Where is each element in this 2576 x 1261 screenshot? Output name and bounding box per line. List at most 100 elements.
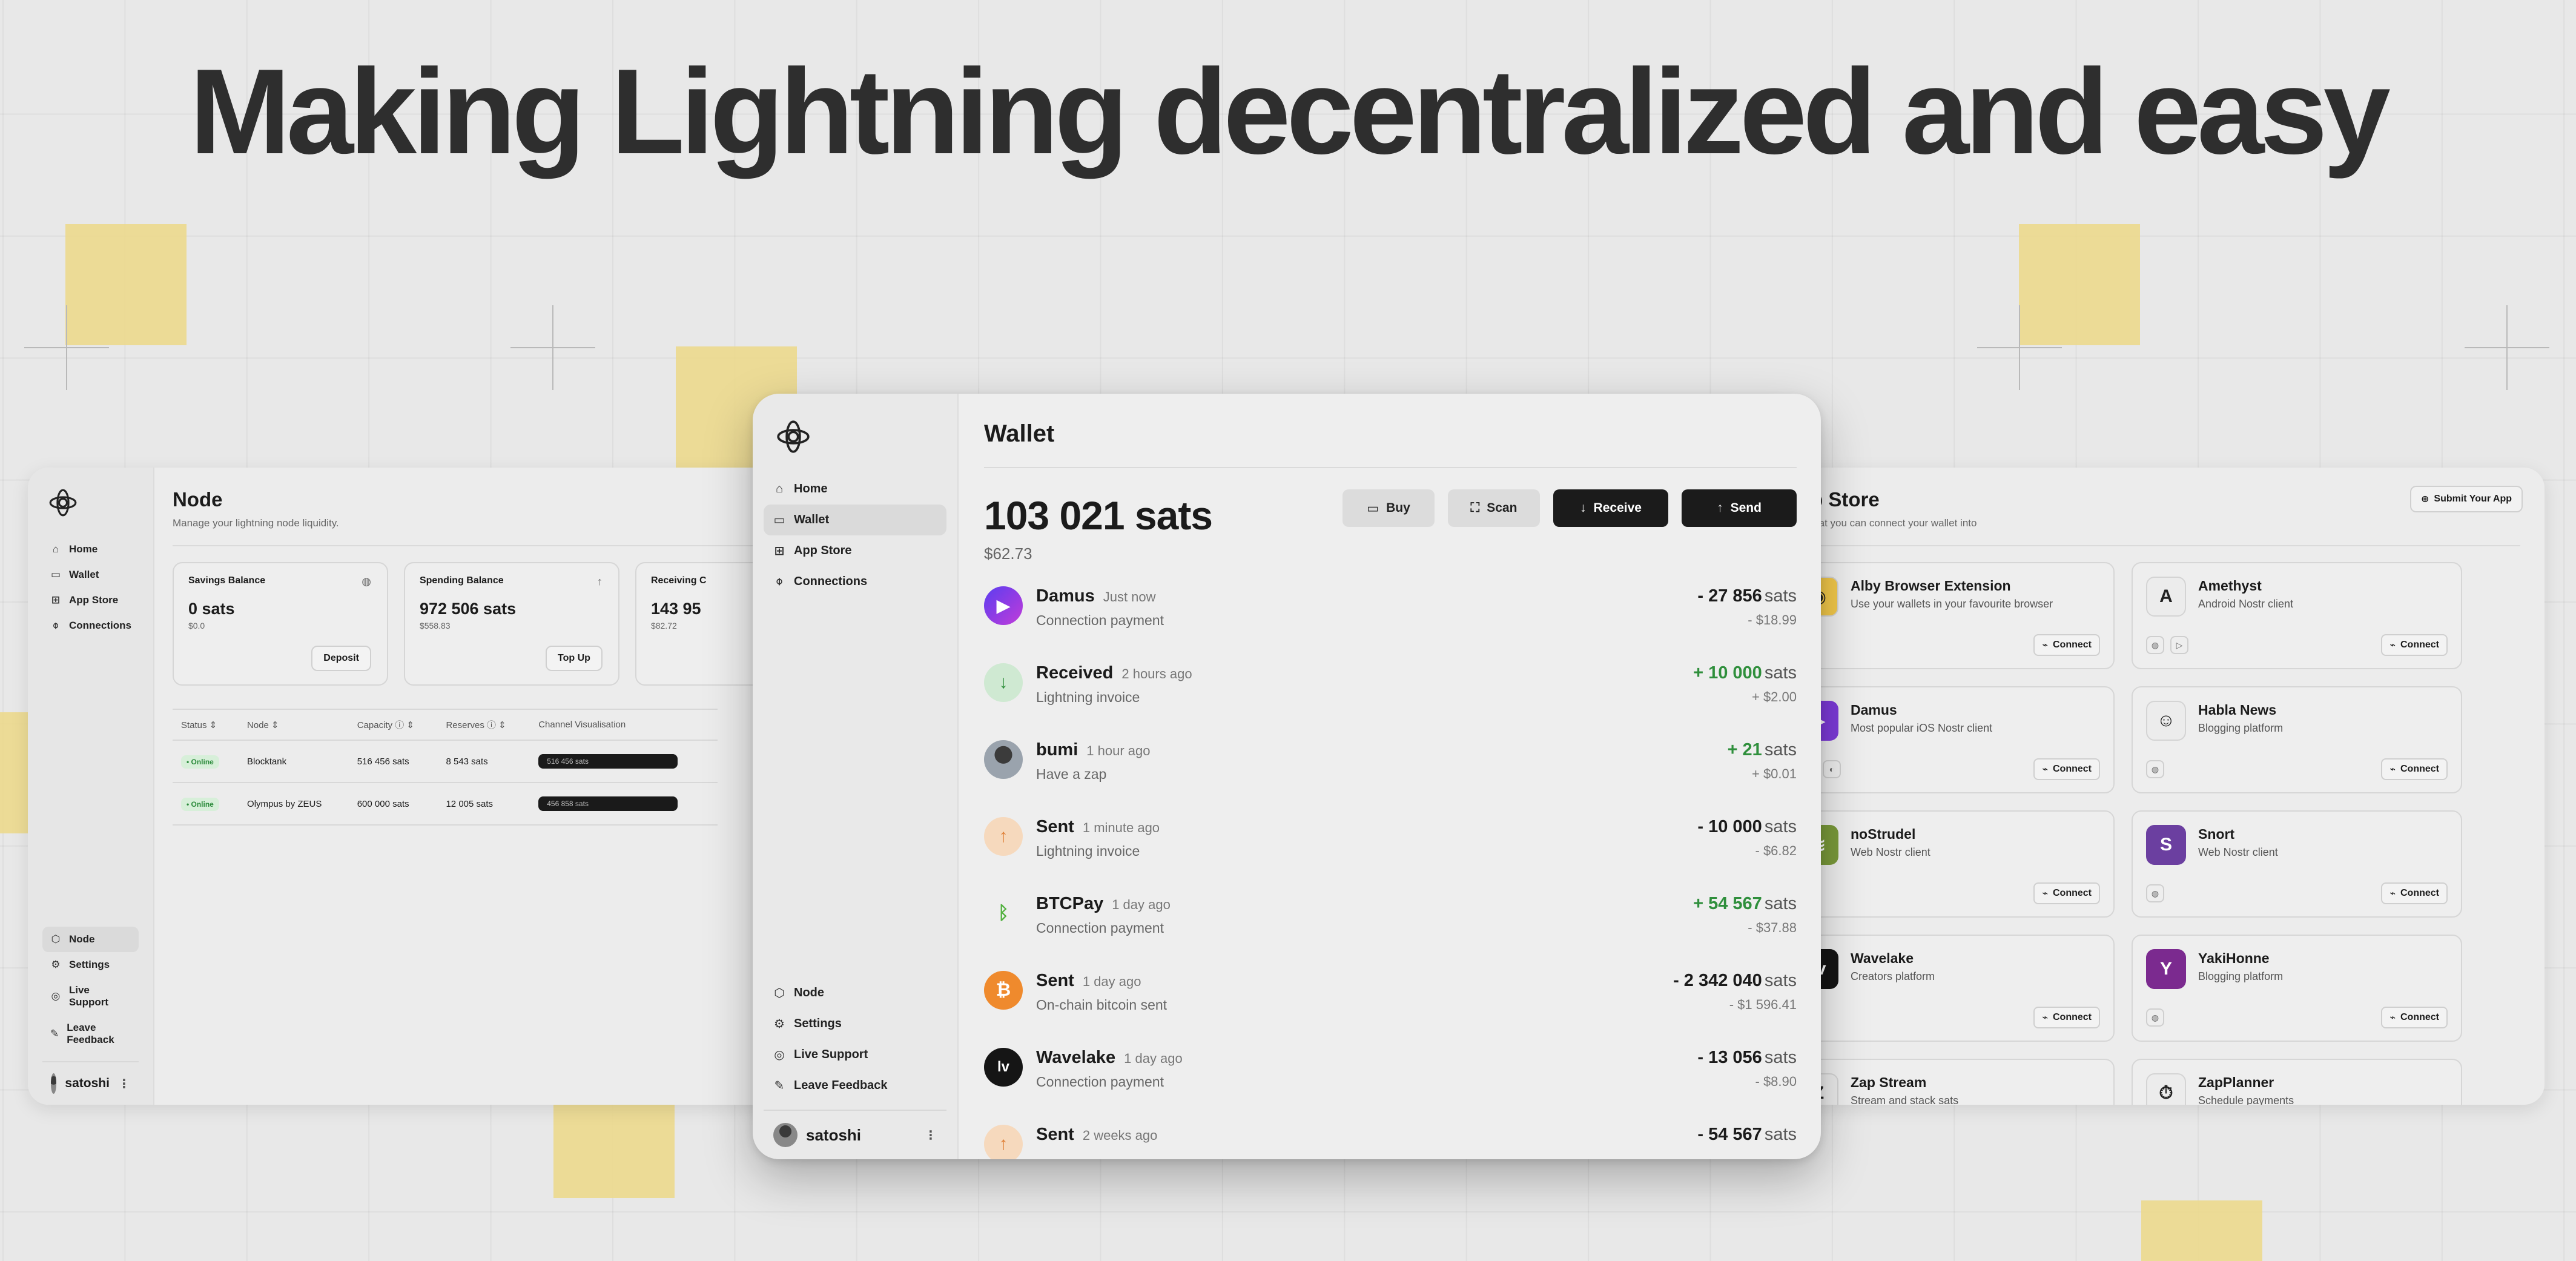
support-icon: ◎ xyxy=(51,990,61,1002)
app-name: Snort xyxy=(2198,826,2235,842)
globe-icon[interactable]: ◍ xyxy=(2146,636,2164,654)
buy-button[interactable]: ▭ Buy xyxy=(1342,489,1435,527)
sidebar-item-settings[interactable]: ⚙ Settings xyxy=(42,952,139,978)
transaction-time: Just now xyxy=(1103,589,1156,604)
apple-icon[interactable]: ◐ xyxy=(1823,760,1841,778)
send-button[interactable]: ↑ Send xyxy=(1682,489,1797,527)
app-card[interactable]: A Amethyst Android Nostr client ◍ ▷ ⌁ Connect xyxy=(2132,562,2462,669)
table-row[interactable]: • Online Olympus by ZEUS 600 000 sats 12… xyxy=(172,783,718,826)
app-description: Blogging platform xyxy=(2198,722,2284,734)
wavelake-icon: lv xyxy=(984,1048,1023,1087)
sidebar-item-connections[interactable]: ⌽ Connections xyxy=(42,613,139,638)
column-header[interactable]: Reserves ⓘ ⇕ xyxy=(437,709,530,741)
connect-button[interactable]: ⌁ Connect xyxy=(2381,758,2448,780)
sidebar-item-live-support[interactable]: ◎ Live Support xyxy=(764,1039,946,1070)
connect-button[interactable]: ⌁ Connect xyxy=(2381,882,2448,904)
username: satoshi xyxy=(806,1125,862,1144)
transaction-name: Received xyxy=(1036,663,1114,683)
globe-icon[interactable]: ◍ xyxy=(2146,760,2164,778)
transaction-row[interactable]: lv Wavelake 1 day ago Connection payment - 1… xyxy=(984,1048,1797,1125)
submit-app-button[interactable]: ⊕ Submit Your App xyxy=(2410,486,2523,512)
app-card[interactable]: Y YakiHonne Blogging platform ◍ ⌁ Connect xyxy=(2132,935,2462,1042)
plug-icon: ⌽ xyxy=(776,575,783,588)
link-icon: ⌁ xyxy=(2389,764,2396,775)
sidebar-item-leave-feedback[interactable]: ✎ Leave Feedback xyxy=(764,1070,946,1101)
transaction-amount: - 13 056 sats - $8.90 xyxy=(1697,1048,1797,1090)
connect-button[interactable]: ⌁ Connect xyxy=(2033,758,2100,780)
transaction-name: Sent xyxy=(1036,971,1074,990)
app-card[interactable]: S Snort Web Nostr client ◍ ⌁ Connect xyxy=(2132,810,2462,918)
more-icon[interactable]: ⋮ xyxy=(925,1128,937,1143)
connect-button[interactable]: ⌁ Connect xyxy=(2381,634,2448,656)
transaction-row[interactable]: ↑ Sent 2 weeks ago - 54 567 sats xyxy=(984,1125,1797,1159)
sidebar-item-label: Live Support xyxy=(794,1048,868,1061)
app-card[interactable]: ≋noStrudelWeb Nostr client◍⌁Connect xyxy=(1784,810,2115,918)
app-card[interactable]: ⏱ZapPlannerSchedule payments◍⌁Connect xyxy=(2132,1059,2462,1105)
card-fiat: $558.83 xyxy=(419,621,451,630)
app-name: Amethyst xyxy=(2198,578,2262,594)
transaction-description: Lightning invoice xyxy=(1036,843,1140,859)
page-headline: Making Lightning decentralized and easy xyxy=(190,44,2391,179)
sidebar-item-app-store[interactable]: ⊞ App Store xyxy=(764,535,946,566)
transaction-time: 2 hours ago xyxy=(1121,666,1192,681)
app-footer: ◍ ⌁Connect xyxy=(2146,758,2448,780)
sidebar-item-settings[interactable]: ⚙ Settings xyxy=(764,1008,946,1039)
bitcoin-icon: ₿ xyxy=(984,971,1023,1010)
app-card[interactable]: ◉Alby Browser ExtensionUse your wallets … xyxy=(1784,562,2115,669)
arrow-up-icon: ↑ xyxy=(1717,501,1723,515)
more-icon[interactable]: ⋮ xyxy=(118,1076,130,1091)
app-card[interactable]: ZZap StreamStream and stack sats◍⌁Connec… xyxy=(1784,1059,2115,1105)
connect-button[interactable]: ⌁ Connect xyxy=(2033,882,2100,904)
transaction-row[interactable]: ↓ Received 2 hours ago Lightning invoice + 1… xyxy=(984,663,1797,740)
page-title: Node xyxy=(172,488,223,511)
sidebar-item-connections[interactable]: ⌽ Connections xyxy=(764,566,946,597)
sidebar-item-label: Connections xyxy=(794,575,868,588)
page-title: Wallet xyxy=(984,420,1055,447)
connect-button[interactable]: ⌁ Connect xyxy=(2033,1007,2100,1028)
table-row[interactable]: • Online Blocktank 516 456 sats 8 543 sa… xyxy=(172,740,718,783)
transaction-row[interactable]: ↑ Sent 1 minute ago Lightning invoice - 10 0… xyxy=(984,817,1797,894)
scan-button[interactable]: ⛶ Scan xyxy=(1448,489,1540,527)
column-header[interactable]: Capacity ⓘ ⇕ xyxy=(348,709,438,741)
support-icon: ◎ xyxy=(774,1048,785,1062)
sidebar-item-wallet[interactable]: ▭ Wallet xyxy=(42,562,139,587)
unit-label: sats xyxy=(1764,894,1797,913)
sidebar-item-node[interactable]: ⬡ Node xyxy=(764,978,946,1008)
column-header[interactable]: Node ⇕ xyxy=(239,709,349,741)
play-store-icon[interactable]: ▷ xyxy=(2170,636,2188,654)
transaction-fiat: - $6.82 xyxy=(1755,843,1797,858)
sidebar-item-app-store[interactable]: ⊞ App Store xyxy=(42,587,139,613)
unit-label: sats xyxy=(1764,586,1797,606)
user-menu[interactable]: satoshi ⋮ xyxy=(764,1110,946,1159)
sidebar-item-label: App Store xyxy=(69,594,119,606)
transaction-description: Connection payment xyxy=(1036,920,1164,936)
sidebar-item-label: Live Support xyxy=(68,984,108,1008)
sidebar-item-leave-feedback[interactable]: ✎ Leave Feedback xyxy=(42,1015,139,1053)
wallet-balance-fiat: $62.73 xyxy=(984,544,1032,563)
sidebar-item-label: Settings xyxy=(794,1017,842,1030)
top-up-button[interactable]: Top Up xyxy=(546,646,603,671)
transaction-row[interactable]: ᛒ BTCPay 1 day ago Connection payment + 54 5… xyxy=(984,894,1797,971)
sidebar-item-home[interactable]: ⌂ Home xyxy=(42,537,139,562)
transaction-row[interactable]: ₿ Sent 1 day ago On-chain bitcoin sent - 2 3… xyxy=(984,971,1797,1048)
transaction-row[interactable]: bumi 1 hour ago Have a zap + 21 sats + $0.01 xyxy=(984,740,1797,817)
app-card[interactable]: ☺ Habla News Blogging platform ◍ ⌁ Connect xyxy=(2132,686,2462,793)
connect-button[interactable]: ⌁ Connect xyxy=(2381,1007,2448,1028)
globe-icon[interactable]: ◍ xyxy=(2146,884,2164,902)
deposit-button[interactable]: Deposit xyxy=(311,646,371,671)
receive-button[interactable]: ↓ Receive xyxy=(1553,489,1668,527)
globe-icon[interactable]: ◍ xyxy=(2146,1008,2164,1027)
app-card[interactable]: lvWavelakeCreators platform◍⌁Connect xyxy=(1784,935,2115,1042)
transaction-amount: + 10 000 sats + $2.00 xyxy=(1693,663,1797,705)
transaction-row[interactable]: ▶ Damus Just now Connection payment - 27 856… xyxy=(984,586,1797,663)
transaction-info: Sent 2 weeks ago xyxy=(1036,1125,1697,1151)
app-header: ☺ Habla News Blogging platform xyxy=(2146,701,2448,741)
app-card[interactable]: ▶DamusMost popular iOS Nostr client◍◐⌁Co… xyxy=(1784,686,2115,793)
sidebar-item-node[interactable]: ⬡ Node xyxy=(42,927,139,952)
sidebar-item-home[interactable]: ⌂ Home xyxy=(764,474,946,505)
connect-button[interactable]: ⌁ Connect xyxy=(2033,634,2100,656)
user-menu[interactable]: satoshi ⋮ xyxy=(42,1061,139,1105)
column-header[interactable]: Status ⇕ xyxy=(172,709,239,741)
sidebar-item-wallet[interactable]: ▭ Wallet xyxy=(764,505,946,535)
sidebar-item-live-support[interactable]: ◎ Live Support xyxy=(42,978,139,1015)
